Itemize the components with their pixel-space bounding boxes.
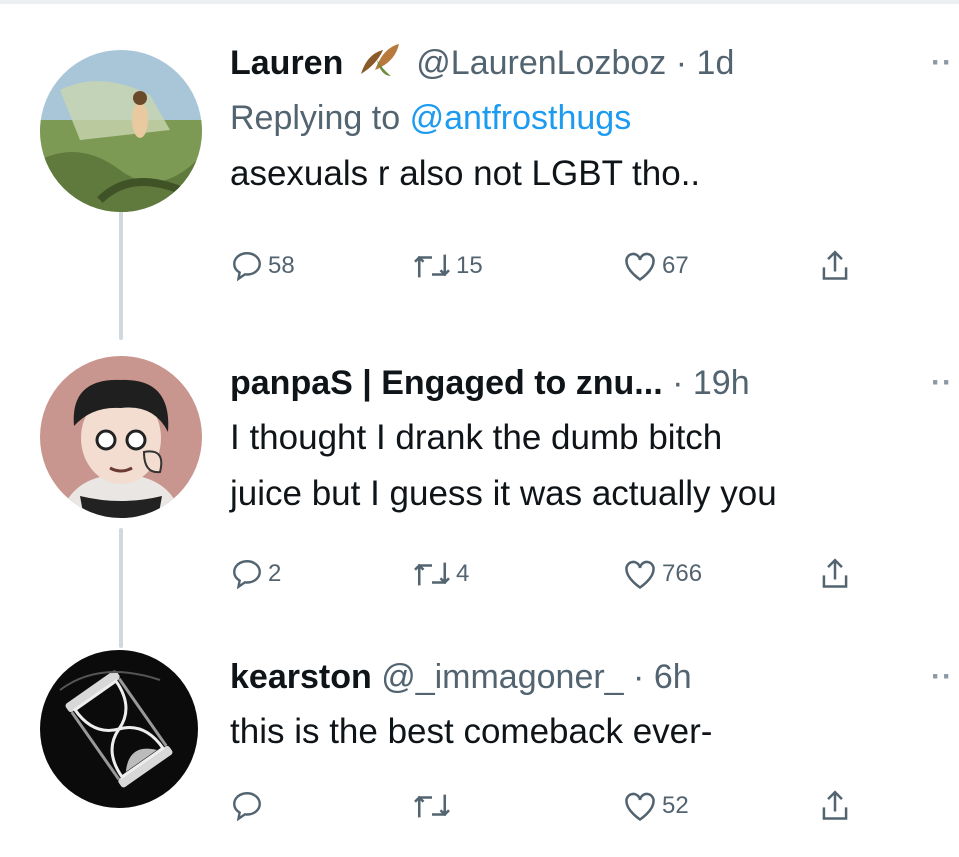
separator: · <box>672 364 684 402</box>
timestamp[interactable]: 6h <box>654 658 692 696</box>
display-name[interactable]: panpaS | Engaged to znu... <box>230 364 663 402</box>
display-name[interactable]: kearston <box>230 658 372 696</box>
like-icon <box>625 560 655 590</box>
more-icon[interactable]: ·· <box>931 650 953 704</box>
like-count: 766 <box>662 560 703 587</box>
tweet[interactable]: Lauren @LaurenLozboz · 1d ·· Replying to… <box>0 36 959 306</box>
share-button[interactable] <box>818 552 852 596</box>
display-name[interactable]: Lauren <box>230 44 343 82</box>
like-icon <box>625 252 655 282</box>
tweet-actions: 2 4 766 <box>230 552 950 596</box>
like-button[interactable]: 766 <box>622 552 702 596</box>
share-icon <box>822 558 848 588</box>
tweet-header: Lauren @LaurenLozboz · 1d ·· <box>230 36 959 90</box>
share-icon <box>822 250 848 280</box>
avatar[interactable] <box>40 650 198 808</box>
retweet-icon <box>414 254 450 278</box>
timestamp[interactable]: 1d <box>697 44 735 82</box>
tweet-text-line: asexuals r also not LGBT tho.. <box>230 154 701 193</box>
avatar[interactable] <box>40 356 202 518</box>
retweet-button[interactable]: 15 <box>412 244 483 288</box>
like-count: 52 <box>662 792 689 819</box>
replying-to-link[interactable]: @antfrosthugs <box>410 99 632 137</box>
replying-prefix: Replying to <box>230 99 401 137</box>
replying-to: Replying to @antfrosthugs <box>230 90 959 146</box>
tweet-actions: 58 15 67 <box>230 244 950 288</box>
reply-count: 58 <box>268 252 295 279</box>
more-icon[interactable]: ·· <box>931 356 953 410</box>
separator: · <box>633 658 645 696</box>
reply-button[interactable]: 58 <box>230 244 295 288</box>
retweet-icon <box>414 794 450 818</box>
handle[interactable]: @LaurenLozboz <box>416 44 666 82</box>
share-button[interactable] <box>818 784 852 828</box>
tweet-text: this is the best comeback ever- <box>230 704 959 760</box>
reply-icon <box>233 560 261 590</box>
share-button[interactable] <box>818 244 852 288</box>
tweet-actions: 52 <box>230 784 950 828</box>
retweet-button[interactable]: 4 <box>412 552 469 596</box>
like-button[interactable]: 52 <box>622 784 689 828</box>
avatar[interactable] <box>40 50 202 212</box>
handle[interactable]: @_immagoner_ <box>381 658 623 696</box>
separator: · <box>675 44 688 82</box>
tweet-header: kearston @_immagoner_ · 6h ·· <box>230 650 959 704</box>
reply-button[interactable] <box>230 784 264 828</box>
tweet-text-line: I thought I drank the dumb bitch <box>230 418 723 457</box>
tweet-text: I thought I drank the dumb bitch juice b… <box>230 410 959 522</box>
tweet-header: panpaS | Engaged to znu... · 19h ·· <box>230 356 959 410</box>
retweet-button[interactable] <box>412 784 452 828</box>
reply-count: 2 <box>268 560 282 587</box>
leaf-emoji-icon <box>357 40 403 94</box>
like-count: 67 <box>662 252 689 279</box>
reply-icon <box>233 252 261 282</box>
top-divider <box>0 0 959 4</box>
like-button[interactable]: 67 <box>622 244 689 288</box>
tweet[interactable]: kearston @_immagoner_ · 6h ·· this is th… <box>0 650 959 850</box>
tweet[interactable]: panpaS | Engaged to znu... · 19h ·· I th… <box>0 356 959 606</box>
retweet-icon <box>414 562 450 586</box>
retweet-count: 4 <box>456 560 470 587</box>
reply-button[interactable]: 2 <box>230 552 281 596</box>
share-icon <box>822 790 848 820</box>
tweet-text-line: this is the best comeback ever- <box>230 712 713 751</box>
like-icon <box>625 792 655 822</box>
retweet-count: 15 <box>456 252 483 279</box>
tweet-text-line: juice but I guess it was actually you <box>230 474 777 513</box>
timestamp[interactable]: 19h <box>693 364 750 402</box>
tweet-text: asexuals r also not LGBT tho.. <box>230 146 959 202</box>
more-icon[interactable]: ·· <box>931 36 953 90</box>
reply-icon <box>233 792 261 822</box>
